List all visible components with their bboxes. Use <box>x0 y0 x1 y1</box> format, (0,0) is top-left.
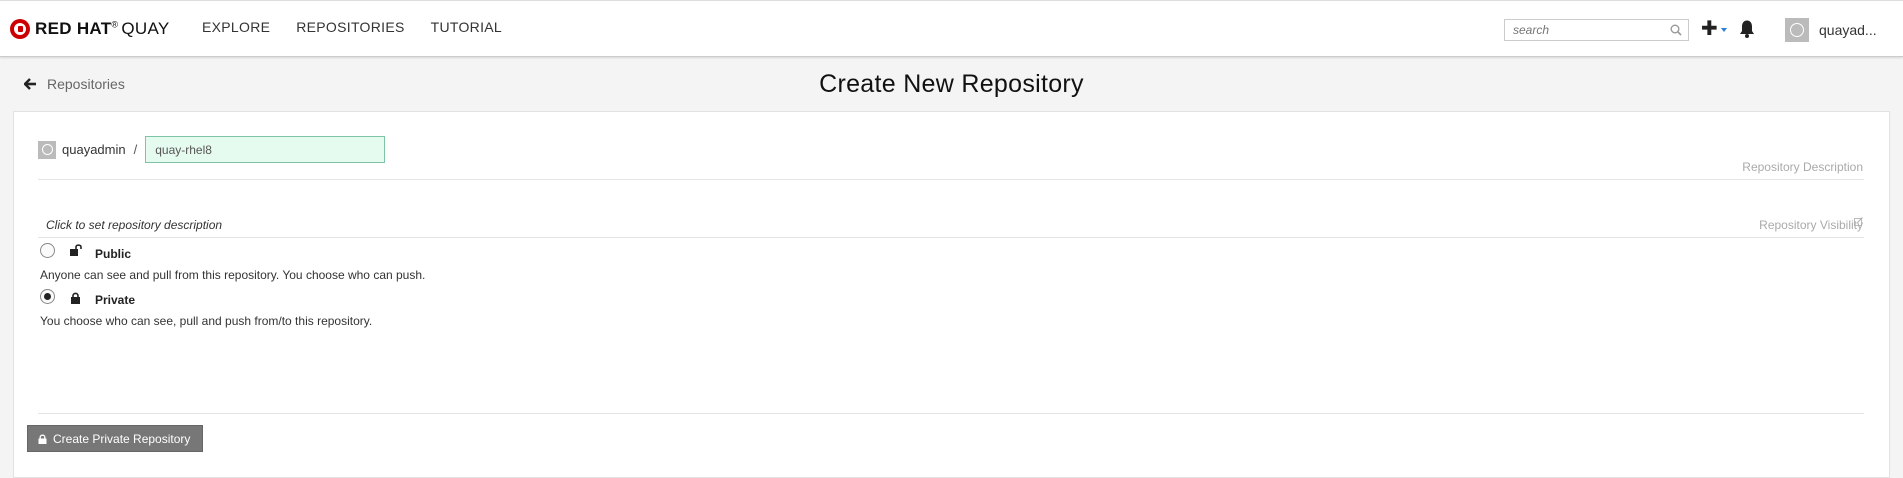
private-radio[interactable] <box>40 289 55 304</box>
bell-icon[interactable] <box>1738 19 1756 39</box>
plus-icon: ✚ <box>1701 18 1718 40</box>
repository-name-row: quayadmin / <box>38 136 386 163</box>
user-menu[interactable]: quayad... <box>1785 18 1877 42</box>
brand-product: QUAY <box>121 19 170 38</box>
namespace-separator: / <box>133 142 138 157</box>
public-description: Anyone can see and pull from this reposi… <box>40 268 426 282</box>
nav-explore[interactable]: EXPLORE <box>202 19 270 35</box>
red-hat-logo <box>10 19 30 39</box>
public-title: Public <box>95 247 132 261</box>
unlock-icon <box>70 244 82 256</box>
divider <box>38 179 1864 180</box>
search-box <box>1504 19 1689 41</box>
search-icon[interactable] <box>1670 24 1682 36</box>
create-repository-button[interactable]: Create Private Repository <box>27 425 203 452</box>
create-repository-button-label: Create Private Repository <box>53 431 191 446</box>
visibility-section-label: Repository Visibility <box>1759 218 1863 232</box>
user-name: quayad... <box>1819 22 1877 38</box>
repository-description-editor[interactable]: Click to set repository description <box>46 218 222 232</box>
brand-red-hat: RED HAT <box>35 19 112 38</box>
search-input[interactable] <box>1505 20 1665 40</box>
namespace-avatar <box>38 140 56 159</box>
brand-name: RED HAT® QUAY <box>35 19 169 39</box>
namespace-selector[interactable]: quayadmin <box>62 142 126 157</box>
description-section-label: Repository Description <box>1742 160 1863 174</box>
divider <box>38 237 1864 238</box>
divider <box>38 413 1864 414</box>
create-new-menu[interactable]: ✚ <box>1701 19 1727 39</box>
lock-icon <box>71 292 80 304</box>
page-title: Create New Repository <box>819 70 1084 98</box>
brand-registered-mark: ® <box>111 19 119 30</box>
top-navbar: RED HAT® QUAY EXPLORE REPOSITORIES TUTORI… <box>0 0 1903 57</box>
main-nav: EXPLORE REPOSITORIES TUTORIAL <box>202 19 528 35</box>
user-avatar <box>1785 18 1809 42</box>
repository-name-input[interactable] <box>145 136 386 163</box>
private-title: Private <box>95 293 136 307</box>
nav-repositories[interactable]: REPOSITORIES <box>296 19 404 35</box>
brand-logo-link[interactable]: RED HAT® QUAY <box>10 18 169 40</box>
caret-down-icon <box>1720 28 1727 32</box>
nav-tutorial[interactable]: TUTORIAL <box>431 19 502 35</box>
private-description: You choose who can see, pull and push fr… <box>40 314 373 328</box>
lock-icon <box>38 434 47 444</box>
public-radio[interactable] <box>40 243 55 258</box>
create-repository-panel: quayadmin / Repository Description Click… <box>13 111 1890 478</box>
